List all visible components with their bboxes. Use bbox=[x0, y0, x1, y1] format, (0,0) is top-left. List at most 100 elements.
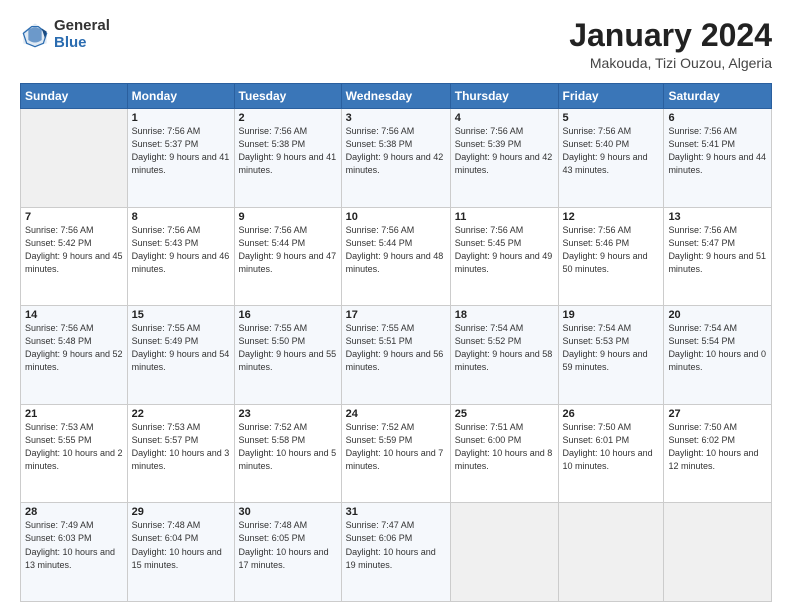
calendar-cell: 19Sunrise: 7:54 AMSunset: 5:53 PMDayligh… bbox=[558, 306, 664, 405]
calendar-cell: 15Sunrise: 7:55 AMSunset: 5:49 PMDayligh… bbox=[127, 306, 234, 405]
day-info: Sunrise: 7:56 AMSunset: 5:37 PMDaylight:… bbox=[132, 125, 230, 177]
day-number: 10 bbox=[346, 211, 446, 223]
calendar-cell: 14Sunrise: 7:56 AMSunset: 5:48 PMDayligh… bbox=[21, 306, 128, 405]
calendar-header: SundayMondayTuesdayWednesdayThursdayFrid… bbox=[21, 84, 772, 109]
day-number: 28 bbox=[25, 506, 123, 518]
calendar-cell: 5Sunrise: 7:56 AMSunset: 5:40 PMDaylight… bbox=[558, 109, 664, 208]
day-info: Sunrise: 7:54 AMSunset: 5:53 PMDaylight:… bbox=[563, 322, 660, 374]
day-number: 24 bbox=[346, 408, 446, 420]
calendar-cell bbox=[21, 109, 128, 208]
calendar-cell: 3Sunrise: 7:56 AMSunset: 5:38 PMDaylight… bbox=[341, 109, 450, 208]
day-info: Sunrise: 7:54 AMSunset: 5:54 PMDaylight:… bbox=[668, 322, 767, 374]
calendar-cell: 2Sunrise: 7:56 AMSunset: 5:38 PMDaylight… bbox=[234, 109, 341, 208]
day-info: Sunrise: 7:56 AMSunset: 5:38 PMDaylight:… bbox=[239, 125, 337, 177]
day-info: Sunrise: 7:48 AMSunset: 6:04 PMDaylight:… bbox=[132, 519, 230, 571]
calendar-cell: 31Sunrise: 7:47 AMSunset: 6:06 PMDayligh… bbox=[341, 503, 450, 602]
calendar-week-row: 14Sunrise: 7:56 AMSunset: 5:48 PMDayligh… bbox=[21, 306, 772, 405]
calendar-table: SundayMondayTuesdayWednesdayThursdayFrid… bbox=[20, 83, 772, 602]
weekday-header: Saturday bbox=[664, 84, 772, 109]
calendar-cell: 11Sunrise: 7:56 AMSunset: 5:45 PMDayligh… bbox=[450, 207, 558, 306]
calendar-cell: 25Sunrise: 7:51 AMSunset: 6:00 PMDayligh… bbox=[450, 404, 558, 503]
calendar-cell: 23Sunrise: 7:52 AMSunset: 5:58 PMDayligh… bbox=[234, 404, 341, 503]
weekday-header: Wednesday bbox=[341, 84, 450, 109]
day-number: 11 bbox=[455, 211, 554, 223]
weekday-row: SundayMondayTuesdayWednesdayThursdayFrid… bbox=[21, 84, 772, 109]
calendar-cell: 4Sunrise: 7:56 AMSunset: 5:39 PMDaylight… bbox=[450, 109, 558, 208]
day-info: Sunrise: 7:49 AMSunset: 6:03 PMDaylight:… bbox=[25, 519, 123, 571]
day-number: 20 bbox=[668, 309, 767, 321]
calendar-body: 1Sunrise: 7:56 AMSunset: 5:37 PMDaylight… bbox=[21, 109, 772, 602]
title-block: January 2024 Makouda, Tizi Ouzou, Algeri… bbox=[569, 18, 772, 71]
calendar-page: General Blue January 2024 Makouda, Tizi … bbox=[0, 0, 792, 612]
calendar-cell bbox=[558, 503, 664, 602]
day-info: Sunrise: 7:56 AMSunset: 5:42 PMDaylight:… bbox=[25, 224, 123, 276]
day-info: Sunrise: 7:56 AMSunset: 5:46 PMDaylight:… bbox=[563, 224, 660, 276]
day-info: Sunrise: 7:56 AMSunset: 5:39 PMDaylight:… bbox=[455, 125, 554, 177]
day-number: 5 bbox=[563, 112, 660, 124]
day-info: Sunrise: 7:51 AMSunset: 6:00 PMDaylight:… bbox=[455, 421, 554, 473]
day-info: Sunrise: 7:50 AMSunset: 6:02 PMDaylight:… bbox=[668, 421, 767, 473]
calendar-cell: 6Sunrise: 7:56 AMSunset: 5:41 PMDaylight… bbox=[664, 109, 772, 208]
day-number: 8 bbox=[132, 211, 230, 223]
calendar-cell: 26Sunrise: 7:50 AMSunset: 6:01 PMDayligh… bbox=[558, 404, 664, 503]
day-number: 22 bbox=[132, 408, 230, 420]
day-info: Sunrise: 7:56 AMSunset: 5:44 PMDaylight:… bbox=[239, 224, 337, 276]
month-title: January 2024 bbox=[569, 18, 772, 53]
calendar-cell: 28Sunrise: 7:49 AMSunset: 6:03 PMDayligh… bbox=[21, 503, 128, 602]
day-number: 31 bbox=[346, 506, 446, 518]
day-number: 25 bbox=[455, 408, 554, 420]
day-number: 7 bbox=[25, 211, 123, 223]
day-number: 21 bbox=[25, 408, 123, 420]
day-info: Sunrise: 7:56 AMSunset: 5:47 PMDaylight:… bbox=[668, 224, 767, 276]
logo-text: General Blue bbox=[54, 18, 110, 51]
day-info: Sunrise: 7:54 AMSunset: 5:52 PMDaylight:… bbox=[455, 322, 554, 374]
weekday-header: Thursday bbox=[450, 84, 558, 109]
calendar-cell: 24Sunrise: 7:52 AMSunset: 5:59 PMDayligh… bbox=[341, 404, 450, 503]
day-number: 30 bbox=[239, 506, 337, 518]
calendar-cell: 16Sunrise: 7:55 AMSunset: 5:50 PMDayligh… bbox=[234, 306, 341, 405]
day-info: Sunrise: 7:50 AMSunset: 6:01 PMDaylight:… bbox=[563, 421, 660, 473]
day-number: 9 bbox=[239, 211, 337, 223]
calendar-week-row: 21Sunrise: 7:53 AMSunset: 5:55 PMDayligh… bbox=[21, 404, 772, 503]
day-info: Sunrise: 7:52 AMSunset: 5:59 PMDaylight:… bbox=[346, 421, 446, 473]
header: General Blue January 2024 Makouda, Tizi … bbox=[20, 18, 772, 71]
day-info: Sunrise: 7:55 AMSunset: 5:50 PMDaylight:… bbox=[239, 322, 337, 374]
weekday-header: Monday bbox=[127, 84, 234, 109]
day-number: 26 bbox=[563, 408, 660, 420]
calendar-cell: 8Sunrise: 7:56 AMSunset: 5:43 PMDaylight… bbox=[127, 207, 234, 306]
day-number: 15 bbox=[132, 309, 230, 321]
day-number: 2 bbox=[239, 112, 337, 124]
location: Makouda, Tizi Ouzou, Algeria bbox=[569, 55, 772, 71]
calendar-cell bbox=[450, 503, 558, 602]
calendar-cell: 21Sunrise: 7:53 AMSunset: 5:55 PMDayligh… bbox=[21, 404, 128, 503]
day-number: 17 bbox=[346, 309, 446, 321]
day-number: 6 bbox=[668, 112, 767, 124]
calendar-cell: 9Sunrise: 7:56 AMSunset: 5:44 PMDaylight… bbox=[234, 207, 341, 306]
logo-blue: Blue bbox=[54, 35, 110, 52]
day-number: 16 bbox=[239, 309, 337, 321]
day-info: Sunrise: 7:48 AMSunset: 6:05 PMDaylight:… bbox=[239, 519, 337, 571]
logo: General Blue bbox=[20, 18, 110, 51]
day-number: 27 bbox=[668, 408, 767, 420]
day-number: 3 bbox=[346, 112, 446, 124]
logo-general: General bbox=[54, 18, 110, 35]
weekday-header: Friday bbox=[558, 84, 664, 109]
calendar-cell: 20Sunrise: 7:54 AMSunset: 5:54 PMDayligh… bbox=[664, 306, 772, 405]
day-number: 13 bbox=[668, 211, 767, 223]
day-number: 29 bbox=[132, 506, 230, 518]
logo-icon bbox=[20, 20, 50, 50]
day-info: Sunrise: 7:56 AMSunset: 5:45 PMDaylight:… bbox=[455, 224, 554, 276]
day-info: Sunrise: 7:56 AMSunset: 5:44 PMDaylight:… bbox=[346, 224, 446, 276]
day-info: Sunrise: 7:52 AMSunset: 5:58 PMDaylight:… bbox=[239, 421, 337, 473]
calendar-cell: 10Sunrise: 7:56 AMSunset: 5:44 PMDayligh… bbox=[341, 207, 450, 306]
day-info: Sunrise: 7:56 AMSunset: 5:43 PMDaylight:… bbox=[132, 224, 230, 276]
calendar-cell: 29Sunrise: 7:48 AMSunset: 6:04 PMDayligh… bbox=[127, 503, 234, 602]
calendar-cell: 27Sunrise: 7:50 AMSunset: 6:02 PMDayligh… bbox=[664, 404, 772, 503]
calendar-cell: 13Sunrise: 7:56 AMSunset: 5:47 PMDayligh… bbox=[664, 207, 772, 306]
day-info: Sunrise: 7:47 AMSunset: 6:06 PMDaylight:… bbox=[346, 519, 446, 571]
day-info: Sunrise: 7:56 AMSunset: 5:40 PMDaylight:… bbox=[563, 125, 660, 177]
weekday-header: Sunday bbox=[21, 84, 128, 109]
day-number: 14 bbox=[25, 309, 123, 321]
calendar-cell: 17Sunrise: 7:55 AMSunset: 5:51 PMDayligh… bbox=[341, 306, 450, 405]
calendar-week-row: 28Sunrise: 7:49 AMSunset: 6:03 PMDayligh… bbox=[21, 503, 772, 602]
